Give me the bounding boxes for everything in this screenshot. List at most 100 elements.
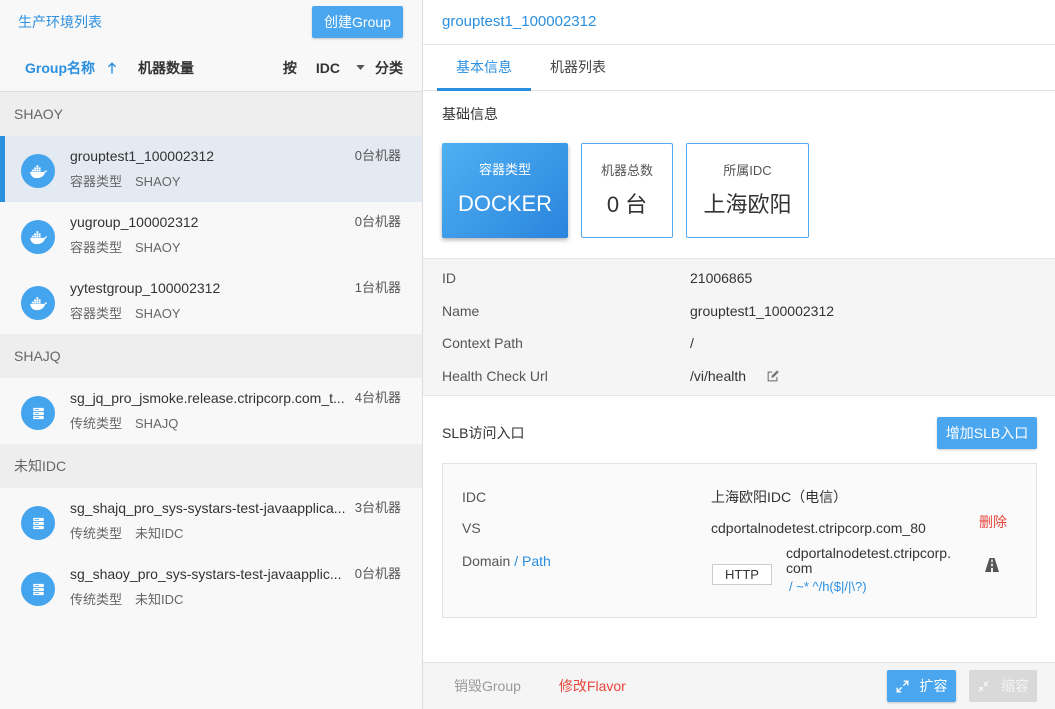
group-name: sg_jq_pro_jsmoke.release.ctripcorp.com_t… (70, 390, 345, 406)
group-type: 容器类型 (70, 306, 123, 321)
slb-idc-label: IDC (462, 489, 487, 505)
group-list-item[interactable]: sg_jq_pro_jsmoke.release.ctripcorp.com_t… (0, 378, 422, 444)
tab-basic-info[interactable]: 基本信息 (437, 45, 531, 91)
tab-machine-list[interactable]: 机器列表 (531, 45, 625, 90)
group-by-suffix: 分类 (375, 59, 403, 76)
slb-vs-label: VS (462, 520, 481, 536)
machine-count: 4台机器 (354, 390, 401, 405)
action-bar: 销毁Group 修改Flavor 扩容 缩容 (423, 662, 1055, 709)
create-group-button[interactable]: 创建Group (312, 6, 403, 38)
idc-card: 所属IDC 上海欧阳 (686, 143, 809, 238)
property-row-id: ID 21006865 (423, 262, 1055, 295)
group-idc: SHAJQ (135, 416, 179, 431)
property-value-wrap: /vi/health (690, 368, 780, 384)
slb-entry: IDC 上海欧阳IDC（电信） VS cdportalnodetest.ctri… (442, 463, 1037, 618)
destroy-group-link[interactable]: 销毁Group (454, 676, 521, 696)
property-row-health-check: Health Check Url /vi/health (423, 360, 1055, 393)
group-list-panel: 生产环境列表 创建Group Group名称 机器数量 按 IDC 分类 SHA… (0, 0, 423, 709)
sort-by-group-name[interactable]: Group名称 (25, 58, 117, 78)
property-label: Context Path (442, 335, 523, 352)
property-row-name: Name grouptest1_100002312 (423, 295, 1055, 328)
slb-section: SLB访问入口 增加SLB入口 IDC 上海欧阳IDC（电信） VS cdpor… (423, 396, 1055, 662)
slb-idc-value: 上海欧阳IDC（电信） (711, 489, 848, 505)
health-check-url: /vi/health (690, 367, 747, 384)
slb-header: SLB访问入口 增加SLB入口 (442, 417, 1037, 449)
edit-icon[interactable] (766, 369, 780, 383)
machine-count-column-label[interactable]: 机器数量 (138, 58, 194, 78)
list-column-header: Group名称 机器数量 按 IDC 分类 (0, 44, 422, 92)
card-label: 机器总数 (600, 163, 653, 178)
group-by-control: 按 IDC 分类 (283, 58, 403, 78)
group-idc: 未知IDC (135, 592, 184, 607)
property-row-context-path: Context Path / (423, 327, 1055, 360)
group-properties: ID 21006865 Name grouptest1_100002312 Co… (423, 258, 1055, 396)
property-label: Health Check Url (442, 367, 548, 384)
group-list-item[interactable]: yytestgroup_100002312 1台机器 容器类型 SHAOY (0, 268, 422, 334)
group-type: 容器类型 (70, 174, 123, 189)
delete-slb-link[interactable]: 删除 (979, 512, 1007, 532)
slb-vs-value: cdportalnodetest.ctripcorp.com_80 (711, 520, 926, 536)
group-list-item[interactable]: sg_shaoy_pro_sys-systars-test-javaapplic… (0, 554, 422, 620)
group-detail-panel: grouptest1_100002312 基本信息 机器列表 基础信息 容器类型… (423, 0, 1055, 709)
modify-flavor-link[interactable]: 修改Flavor (559, 676, 626, 696)
property-value: grouptest1_100002312 (690, 302, 835, 319)
group-type: 传统类型 (70, 592, 123, 607)
road-icon[interactable] (984, 558, 1000, 572)
property-label: ID (442, 270, 456, 287)
docker-icon (21, 154, 55, 188)
protocol-badge: HTTP (712, 564, 772, 585)
group-meta: 传统类型 未知IDC (70, 591, 183, 609)
group-name: sg_shaoy_pro_sys-systars-test-javaapplic… (70, 566, 342, 582)
scale-out-label: 扩容 (919, 678, 948, 694)
container-type-card: 容器类型 DOCKER (442, 143, 568, 238)
expand-icon (896, 680, 908, 692)
group-type: 传统类型 (70, 416, 123, 431)
group-idc: 未知IDC (135, 526, 184, 541)
card-label: 所属IDC (723, 163, 772, 178)
group-meta: 容器类型 SHAOY (70, 305, 181, 323)
property-value: / (690, 335, 694, 352)
group-by-selected-value: IDC (315, 59, 340, 76)
card-label: 容器类型 (478, 162, 531, 177)
basic-info-title: 基础信息 (442, 106, 498, 122)
group-name: grouptest1_100002312 (70, 148, 215, 164)
machine-total-card: 机器总数 0 台 (581, 143, 673, 238)
card-value: 0 台 (606, 192, 648, 217)
property-value: 21006865 (690, 270, 753, 287)
list-header: 生产环境列表 创建Group (0, 0, 422, 44)
machine-count: 3台机器 (354, 500, 401, 515)
compress-icon (977, 680, 990, 692)
group-by-prefix: 按 (282, 59, 297, 76)
scale-buttons: 扩容 缩容 (887, 670, 1037, 702)
card-value: DOCKER (457, 191, 553, 216)
group-type: 传统类型 (70, 526, 123, 541)
idc-group-header: 未知IDC (0, 444, 422, 488)
scale-in-button[interactable]: 缩容 (969, 670, 1037, 702)
group-name: yugroup_100002312 (70, 214, 199, 230)
server-icon (21, 506, 55, 540)
idc-group-header: SHAJQ (0, 334, 422, 378)
server-icon (21, 396, 55, 430)
sort-ascending-icon (107, 61, 117, 73)
group-list-item[interactable]: grouptest1_100002312 0台机器 容器类型 SHAOY (0, 136, 422, 202)
machine-count: 0台机器 (354, 566, 401, 581)
group-list-item[interactable]: yugroup_100002312 0台机器 容器类型 SHAOY (0, 202, 422, 268)
group-name: sg_shajq_pro_sys-systars-test-javaapplic… (70, 500, 346, 516)
caret-down-icon (356, 65, 365, 70)
idc-group-header: SHAOY (0, 92, 422, 136)
add-slb-button[interactable]: 增加SLB入口 (937, 417, 1037, 449)
summary-cards: 容器类型 DOCKER 机器总数 0 台 所属IDC 上海欧阳 (442, 143, 1036, 238)
path-label: / Path (514, 553, 551, 569)
domain-label: Domain (462, 553, 511, 569)
group-idc: SHAOY (135, 240, 181, 255)
docker-icon (21, 286, 55, 320)
group-name-column-label: Group名称 (25, 59, 95, 76)
machine-count: 0台机器 (354, 148, 401, 163)
group-list-item[interactable]: sg_shajq_pro_sys-systars-test-javaapplic… (0, 488, 422, 554)
slb-domain-value: cdportalnodetest.ctripcorp.com (786, 545, 951, 576)
scale-out-button[interactable]: 扩容 (887, 670, 956, 702)
machine-count: 0台机器 (354, 214, 401, 229)
detail-title: grouptest1_100002312 (423, 0, 1055, 45)
group-meta: 容器类型 SHAOY (70, 173, 181, 191)
group-by-select[interactable]: IDC (316, 60, 365, 76)
